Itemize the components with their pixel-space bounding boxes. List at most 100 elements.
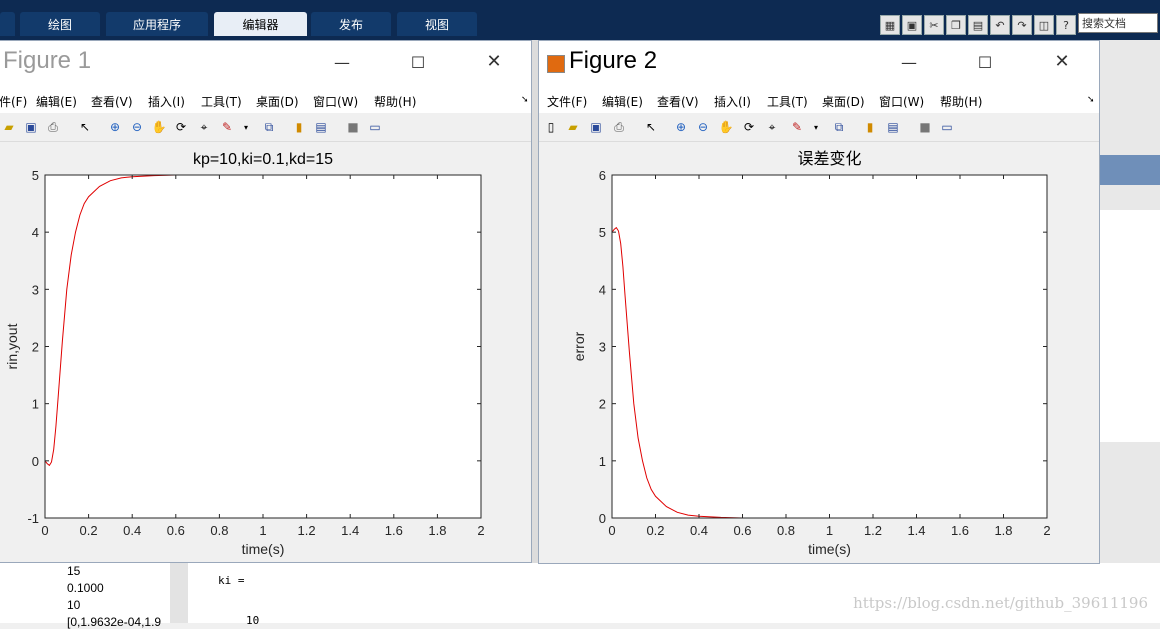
zoom-in-icon[interactable]: ⊕	[107, 119, 123, 135]
minimize-icon[interactable]: —	[327, 53, 357, 72]
figure1-window[interactable]: Figure 1 — ☐ ✕ 件(F) 编辑(E) 查看(V) 插入(I) 工具…	[0, 40, 532, 563]
link-plot-icon[interactable]: ⧉	[831, 119, 847, 135]
figure1-titlebar[interactable]: Figure 1 — ☐ ✕	[0, 41, 531, 89]
tab-editor[interactable]: 编辑器	[214, 12, 307, 36]
figure2-titlebar[interactable]: Figure 2 — ☐ ✕	[539, 41, 1099, 89]
search-documentation-input[interactable]: 搜索文档	[1078, 13, 1158, 33]
save-icon[interactable]: ▣	[588, 119, 604, 135]
pan-icon[interactable]: ✋	[718, 119, 734, 135]
brush-dropdown-icon[interactable]: ▾	[808, 119, 824, 135]
y-tick-label: 0	[599, 511, 606, 526]
menu-view[interactable]: 查看(V)	[91, 93, 133, 110]
menu-edit[interactable]: 编辑(E)	[36, 93, 77, 110]
y-tick-label: 2	[32, 340, 39, 355]
menu-desktop[interactable]: 桌面(D)	[822, 93, 865, 110]
open-icon[interactable]: ▰	[1, 119, 17, 135]
y-tick-label: 3	[599, 340, 606, 355]
colorbar-icon[interactable]: ▮	[862, 119, 878, 135]
x-tick-label: 2	[477, 523, 484, 538]
maximize-icon[interactable]: ☐	[970, 53, 1000, 72]
x-axis-label: time(s)	[808, 541, 851, 557]
menu-insert[interactable]: 插入(I)	[714, 93, 751, 110]
menu-tools[interactable]: 工具(T)	[201, 93, 242, 110]
hide-plot-tools-icon[interactable]: ■	[345, 119, 361, 135]
help-icon[interactable]: ?	[1056, 15, 1076, 35]
x-tick-label: 1.6	[385, 523, 403, 538]
data-cursor-icon[interactable]: ⌖	[196, 119, 212, 135]
x-tick-label: 0.8	[777, 523, 795, 538]
rotate-icon[interactable]: ⟳	[173, 119, 189, 135]
colorbar-icon[interactable]: ▮	[291, 119, 307, 135]
y-tick-label: 1	[599, 454, 606, 469]
chart-title: 误差变化	[797, 150, 861, 168]
matlab-logo-icon	[547, 55, 565, 73]
brush-icon[interactable]: ✎	[219, 119, 235, 135]
menu-help[interactable]: 帮助(H)	[940, 93, 982, 110]
tab-publish[interactable]: 发布	[311, 12, 391, 36]
menu-desktop[interactable]: 桌面(D)	[256, 93, 299, 110]
zoom-in-icon[interactable]: ⊕	[673, 119, 689, 135]
print-icon[interactable]: ⎙	[611, 119, 627, 135]
link-plot-icon[interactable]: ⧉	[261, 119, 277, 135]
menu-window[interactable]: 窗口(W)	[313, 93, 358, 110]
pointer-icon[interactable]: ↖	[77, 119, 93, 135]
new-figure-icon[interactable]: ▯	[543, 119, 559, 135]
figure2-axes[interactable]: 0 0.2 0.4 0.6 0.8 1 1.2 1.4 1.6 1.8 2 0 1 2 3 4 5 6 误差变化 ti…	[539, 141, 1100, 564]
menu-file[interactable]: 文件(F)	[547, 93, 587, 110]
menu-edit[interactable]: 编辑(E)	[602, 93, 643, 110]
open-icon[interactable]: ▰	[565, 119, 581, 135]
y-tick-label: 0	[32, 454, 39, 469]
figure2-window[interactable]: Figure 2 — ☐ ✕ 文件(F) 编辑(E) 查看(V) 插入(I) 工…	[538, 40, 1100, 564]
tab-plots[interactable]: 绘图	[20, 12, 100, 36]
menu-file[interactable]: 件(F)	[0, 93, 27, 110]
menu-tools[interactable]: 工具(T)	[767, 93, 808, 110]
menu-view[interactable]: 查看(V)	[657, 93, 699, 110]
legend-icon[interactable]: ▤	[313, 119, 329, 135]
rotate-icon[interactable]: ⟳	[741, 119, 757, 135]
hide-plot-tools-icon[interactable]: ■	[917, 119, 933, 135]
panel-splitter[interactable]	[170, 563, 188, 623]
redo-icon[interactable]: ↷	[1012, 15, 1032, 35]
x-tick-label: 1.4	[341, 523, 359, 538]
brush-dropdown-icon[interactable]: ▾	[238, 119, 254, 135]
y-axis-label: error	[571, 331, 587, 361]
plot-area	[45, 175, 481, 518]
menu-help[interactable]: 帮助(H)	[374, 93, 416, 110]
cut-icon[interactable]: ✂	[924, 15, 944, 35]
copy-icon[interactable]: ❐	[946, 15, 966, 35]
zoom-out-icon[interactable]: ⊖	[695, 119, 711, 135]
maximize-icon[interactable]: ☐	[403, 53, 433, 72]
x-tick-label: 0.2	[646, 523, 664, 538]
show-plot-tools-icon[interactable]: ▭	[367, 119, 383, 135]
switch-windows-icon[interactable]: ◫	[1034, 15, 1054, 35]
pan-icon[interactable]: ✋	[151, 119, 167, 135]
print-icon[interactable]: ⎙	[45, 119, 61, 135]
watermark: https://blog.csdn.net/github_39611196	[853, 594, 1148, 612]
undo-icon[interactable]: ↶	[990, 15, 1010, 35]
brush-icon[interactable]: ✎	[789, 119, 805, 135]
menu-window[interactable]: 窗口(W)	[879, 93, 924, 110]
minimize-icon[interactable]: —	[894, 53, 924, 72]
workspace-value: 10	[67, 598, 81, 612]
data-cursor-icon[interactable]: ⌖	[764, 119, 780, 135]
zoom-out-icon[interactable]: ⊖	[129, 119, 145, 135]
tab-apps[interactable]: 应用程序	[106, 12, 208, 36]
x-tick-label: 0.4	[123, 523, 141, 538]
save-icon[interactable]: ▣	[23, 119, 39, 135]
pointer-icon[interactable]: ↖	[643, 119, 659, 135]
y-tick-label: 5	[599, 225, 606, 240]
menubar-overflow-icon[interactable]: ➘	[1087, 95, 1095, 105]
save-icon[interactable]: ▣	[902, 15, 922, 35]
menubar-overflow-icon[interactable]: ➘	[521, 95, 529, 105]
menu-insert[interactable]: 插入(I)	[148, 93, 185, 110]
close-icon[interactable]: ✕	[1047, 51, 1077, 72]
command-window[interactable]: ki = 10	[188, 563, 1160, 627]
legend-icon[interactable]: ▤	[885, 119, 901, 135]
close-icon[interactable]: ✕	[479, 51, 509, 72]
figure1-axes[interactable]: 0 0.2 0.4 0.6 0.8 1 1.2 1.4 1.6 1.8 2-1012345kp=10…	[0, 141, 532, 563]
show-plot-tools-icon[interactable]: ▭	[939, 119, 955, 135]
paste-icon[interactable]: ▤	[968, 15, 988, 35]
tab-view[interactable]: 视图	[397, 12, 477, 36]
layout-icon[interactable]: ▦	[880, 15, 900, 35]
tab-home-partial[interactable]	[0, 12, 15, 36]
